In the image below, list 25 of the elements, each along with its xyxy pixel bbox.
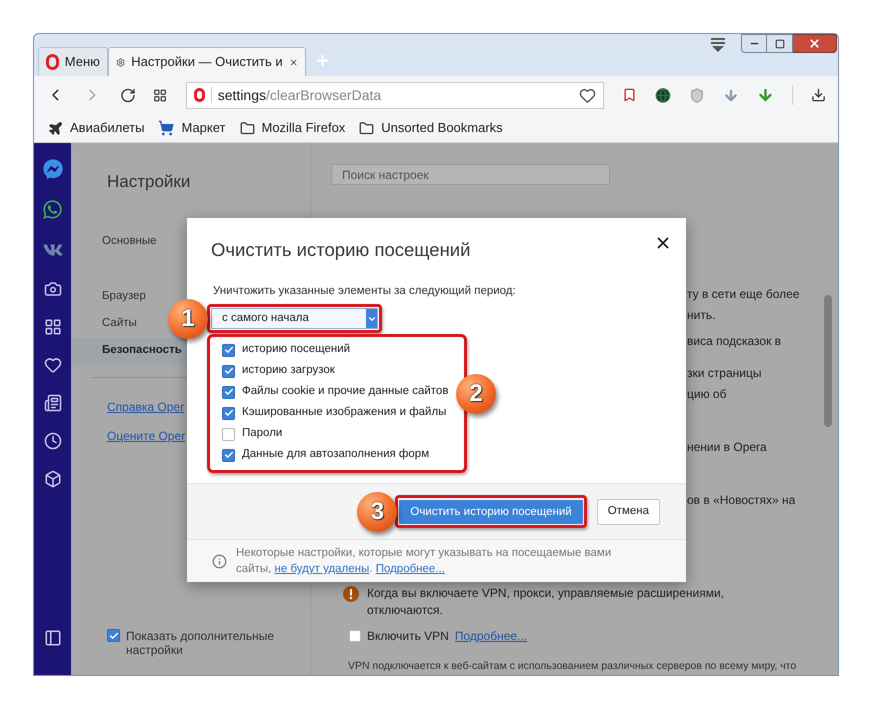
numbered-callout: 2 [456,374,496,414]
vpn-note: VPN подключается к веб-сайтам с использованием различных серверов по всему миру, что [347,659,798,674]
numbered-callout: 1 [168,299,208,339]
info-note: Некоторые настройки, которые могут указывать на посещаемые вами сайты, не будут удалены. Подробнее... [236,546,612,577]
setting-description: виса подсказок в [687,333,782,350]
checkbox-label: Данные для автозаполнения форм [242,447,430,462]
setting-description: ов в «Новостях» на [687,492,796,508]
checkbox-label: Файлы cookie и прочие данные сайтов [242,384,448,400]
checkbox-label: Включить VPN [367,628,449,646]
setting-description: ту в сети еще более [687,286,801,302]
settings-title: Настройки [106,171,192,193]
period-label: Уничтожить указанные элементы за следующий период: [212,284,517,299]
url-text: settings/clearBrowserData [218,86,382,105]
dialog-title: Очистить историю посещений [211,238,470,262]
checkbox-label: Пароли [242,426,282,442]
setting-description: цию об [687,386,728,402]
setting-description: нить. [687,307,716,324]
checkbox-label: историю загрузок [242,363,335,378]
setting-description: зки страницы [687,365,762,382]
warning-text: Когда вы включаете VPN, прокси, управляемые расширениями, отключаются. [367,585,725,620]
checkbox-label: историю посещений [242,342,350,358]
setting-description: нении в Opera [687,439,768,456]
numbered-callout: 3 [357,492,398,532]
checkbox-label: Показать дополнительные настройки [126,629,276,657]
checkbox-label: Кэшированные изображения и файлы [242,405,446,420]
